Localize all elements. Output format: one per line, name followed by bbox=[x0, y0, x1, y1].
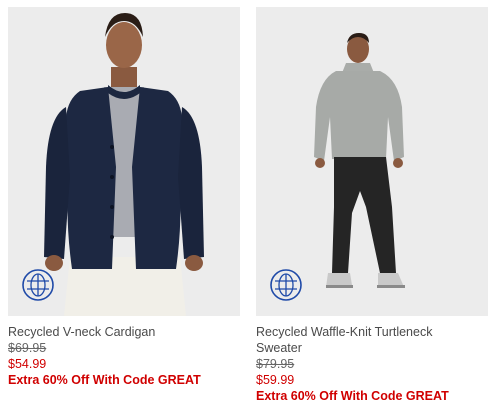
promo-text: Extra 60% Off With Code GREAT bbox=[256, 389, 449, 403]
product-info: Recycled Waffle-Knit Turtleneck Sweater … bbox=[256, 316, 488, 404]
original-price: $69.95 bbox=[8, 341, 47, 355]
sale-price: $59.99 bbox=[256, 373, 295, 387]
recycled-globe-icon bbox=[269, 268, 303, 302]
promo-text: Extra 60% Off With Code GREAT bbox=[8, 373, 201, 387]
product-image[interactable] bbox=[256, 7, 488, 316]
product-image[interactable] bbox=[8, 7, 240, 316]
sale-price: $54.99 bbox=[8, 357, 47, 371]
product-card[interactable]: Recycled V-neck Cardigan $69.95 $54.99 E… bbox=[8, 7, 240, 388]
product-card[interactable]: Recycled Waffle-Knit Turtleneck Sweater … bbox=[256, 7, 488, 404]
product-name[interactable]: Recycled V-neck Cardigan bbox=[8, 324, 240, 340]
original-price: $79.95 bbox=[256, 357, 295, 371]
product-grid: Recycled V-neck Cardigan $69.95 $54.99 E… bbox=[0, 0, 495, 413]
recycled-globe-icon bbox=[21, 268, 55, 302]
product-name[interactable]: Recycled Waffle-Knit Turtleneck Sweater bbox=[256, 324, 456, 356]
product-info: Recycled V-neck Cardigan $69.95 $54.99 E… bbox=[8, 316, 240, 388]
